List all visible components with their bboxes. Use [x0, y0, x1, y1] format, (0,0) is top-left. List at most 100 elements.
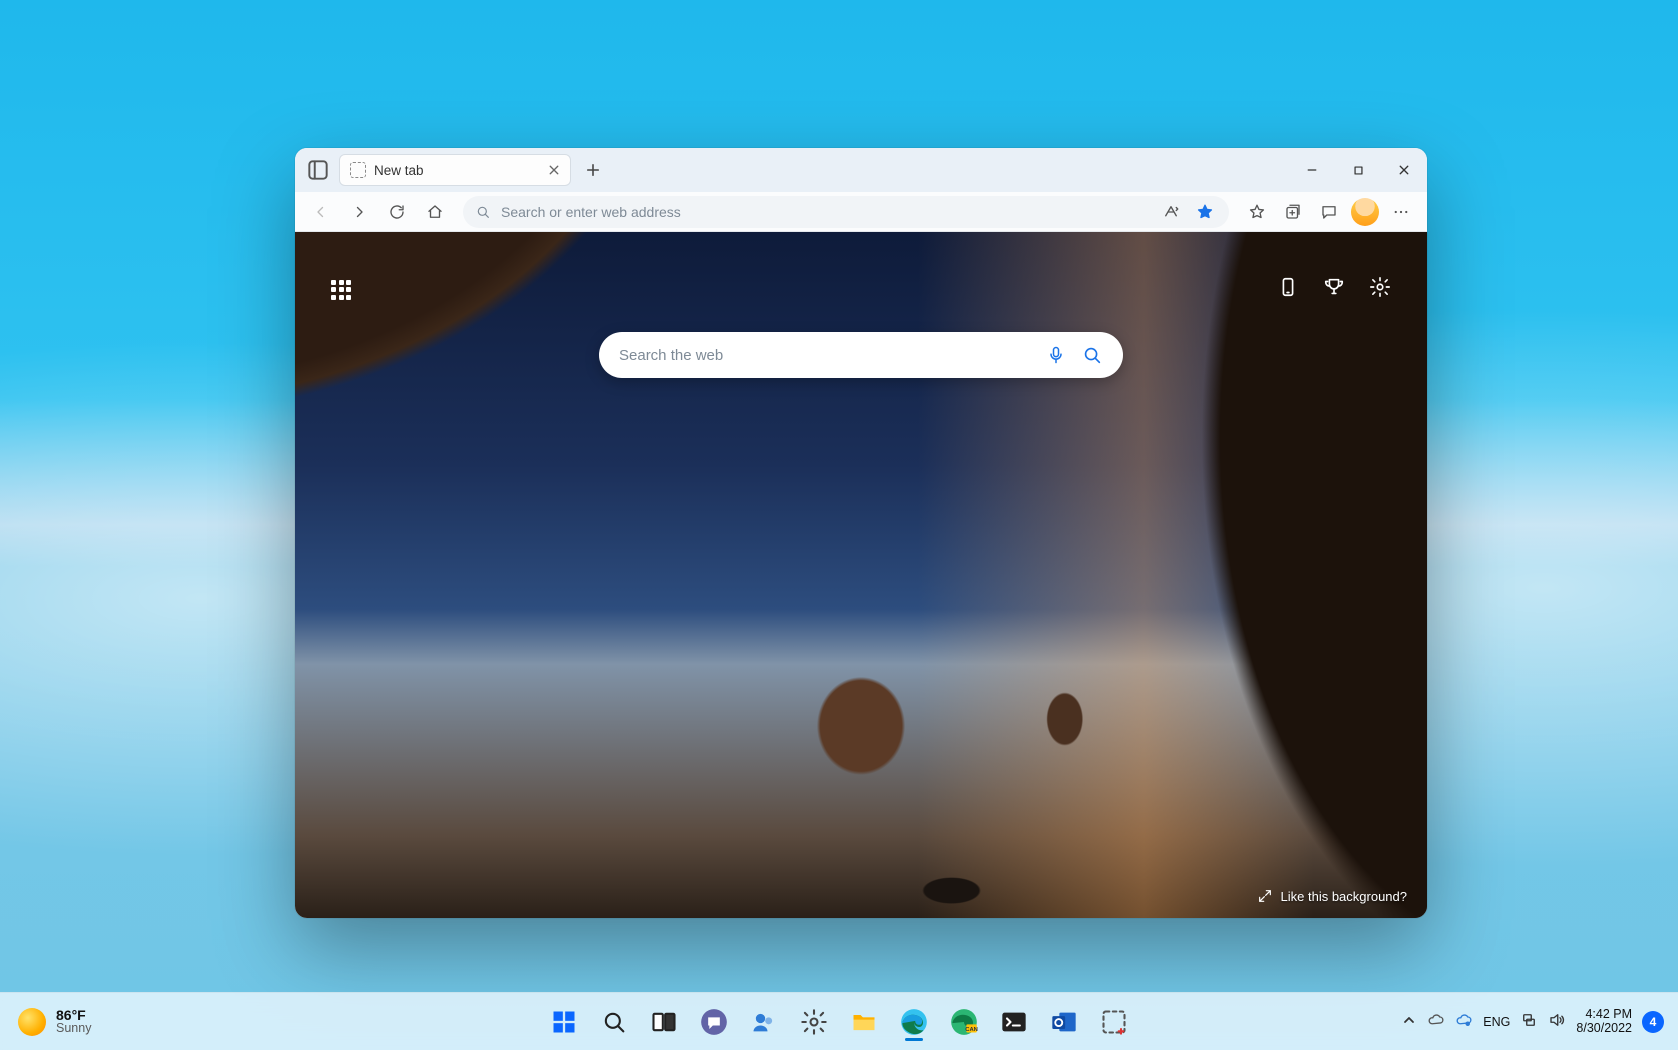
taskbar-search-button[interactable]	[593, 1001, 635, 1043]
taskbar: 86°F Sunny	[0, 992, 1678, 1050]
address-input[interactable]	[501, 204, 1149, 220]
app-menu-button[interactable]	[1385, 196, 1417, 228]
start-button[interactable]	[543, 1001, 585, 1043]
toolbar-actions	[1241, 196, 1417, 228]
arrow-left-icon	[312, 203, 330, 221]
outlook-icon	[1050, 1008, 1078, 1036]
clock[interactable]: 4:42 PM 8/30/2022	[1576, 1008, 1632, 1036]
page-settings-button[interactable]	[1369, 276, 1391, 303]
maximize-button[interactable]	[1335, 148, 1381, 192]
gear-icon	[800, 1008, 828, 1036]
tray-onedrive[interactable]	[1427, 1011, 1445, 1032]
weather-widget[interactable]: 86°F Sunny	[0, 1008, 180, 1036]
favorite-button[interactable]	[1193, 200, 1217, 224]
extensions-button[interactable]	[1313, 196, 1345, 228]
taskbar-app-edge[interactable]	[893, 1001, 935, 1043]
vertical-tabs-button[interactable]	[305, 157, 331, 183]
titlebar: New tab	[295, 148, 1427, 192]
plus-icon	[586, 163, 600, 177]
collections-button[interactable]	[1277, 196, 1309, 228]
voice-search-button[interactable]	[1043, 342, 1069, 368]
tab-close-button[interactable]	[546, 162, 562, 178]
star-filled-icon	[1196, 203, 1214, 221]
profile-button[interactable]	[1349, 196, 1381, 228]
tray-network[interactable]	[1520, 1011, 1538, 1032]
minimize-button[interactable]	[1289, 148, 1335, 192]
terminal-icon	[1000, 1008, 1028, 1036]
sidebar-icon	[305, 156, 331, 184]
maximize-icon	[1353, 165, 1364, 176]
clock-time: 4:42 PM	[1576, 1008, 1632, 1022]
edge-icon	[900, 1008, 928, 1036]
reload-button[interactable]	[381, 196, 413, 228]
nav-toolbar	[295, 192, 1427, 232]
people-icon	[750, 1008, 778, 1036]
tray-teams[interactable]	[1455, 1011, 1473, 1032]
collections-icon	[1284, 203, 1302, 221]
like-background-link[interactable]: Like this background?	[1257, 888, 1407, 904]
ntp-search-input[interactable]	[619, 347, 1033, 364]
reload-icon	[388, 203, 406, 221]
taskbar-app-people[interactable]	[743, 1001, 785, 1043]
rewards-button[interactable]	[1323, 276, 1345, 303]
tab-label: New tab	[374, 163, 538, 178]
browser-tab[interactable]: New tab	[339, 154, 571, 186]
search-submit-button[interactable]	[1079, 342, 1105, 368]
app-launcher-button[interactable]	[331, 280, 351, 300]
sun-icon	[18, 1008, 46, 1036]
cloud-sync-icon	[1455, 1011, 1473, 1029]
edge-browser-window: New tab	[295, 148, 1427, 918]
weather-condition: Sunny	[56, 1022, 91, 1035]
task-view-button[interactable]	[643, 1001, 685, 1043]
chevron-up-icon	[1401, 1012, 1417, 1028]
new-tab-button[interactable]	[577, 154, 609, 186]
speaker-icon	[1548, 1011, 1566, 1029]
windows-logo-icon	[550, 1008, 578, 1036]
taskbar-app-edge-canary[interactable]: CAN	[943, 1001, 985, 1043]
mobile-icon	[1277, 276, 1299, 298]
close-icon	[1398, 164, 1410, 176]
edge-canary-icon: CAN	[950, 1008, 978, 1036]
chat-icon	[700, 1008, 728, 1036]
mobile-button[interactable]	[1277, 276, 1299, 303]
home-button[interactable]	[419, 196, 451, 228]
home-icon	[426, 203, 444, 221]
gear-icon	[1369, 276, 1391, 298]
clock-date: 8/30/2022	[1576, 1022, 1632, 1036]
taskbar-app-outlook[interactable]	[1043, 1001, 1085, 1043]
address-bar[interactable]	[463, 196, 1229, 228]
tray-overflow-button[interactable]	[1401, 1012, 1417, 1031]
search-icon	[475, 204, 491, 220]
trophy-icon	[1323, 276, 1345, 298]
language-indicator[interactable]: ENG	[1483, 1015, 1510, 1029]
more-horizontal-icon	[1392, 203, 1410, 221]
tray-volume[interactable]	[1548, 1011, 1566, 1032]
favorites-list-button[interactable]	[1241, 196, 1273, 228]
tab-favicon	[350, 162, 366, 178]
taskbar-app-snip[interactable]	[1093, 1001, 1135, 1043]
mic-icon	[1046, 345, 1066, 365]
taskbar-app-explorer[interactable]	[843, 1001, 885, 1043]
taskbar-center-apps: CAN	[543, 1001, 1135, 1043]
notification-badge[interactable]: 4	[1642, 1011, 1664, 1033]
taskbar-app-chat[interactable]	[693, 1001, 735, 1043]
window-controls	[1289, 148, 1427, 192]
system-tray: ENG 4:42 PM 8/30/2022 4	[1401, 1008, 1678, 1036]
arrow-right-icon	[350, 203, 368, 221]
search-icon	[600, 1008, 628, 1036]
taskbar-app-settings[interactable]	[793, 1001, 835, 1043]
svg-text:CAN: CAN	[965, 1026, 978, 1032]
minimize-icon	[1306, 164, 1318, 176]
taskbar-app-terminal[interactable]	[993, 1001, 1035, 1043]
avatar-icon	[1351, 198, 1379, 226]
search-icon	[1081, 344, 1103, 366]
task-view-icon	[650, 1008, 678, 1036]
screenshot-icon	[1100, 1008, 1128, 1036]
back-button[interactable]	[305, 196, 337, 228]
star-outline-icon	[1248, 203, 1266, 221]
network-icon	[1520, 1011, 1538, 1029]
ntp-search-bar[interactable]	[599, 332, 1123, 378]
forward-button[interactable]	[343, 196, 375, 228]
read-aloud-button[interactable]	[1159, 200, 1183, 224]
window-close-button[interactable]	[1381, 148, 1427, 192]
